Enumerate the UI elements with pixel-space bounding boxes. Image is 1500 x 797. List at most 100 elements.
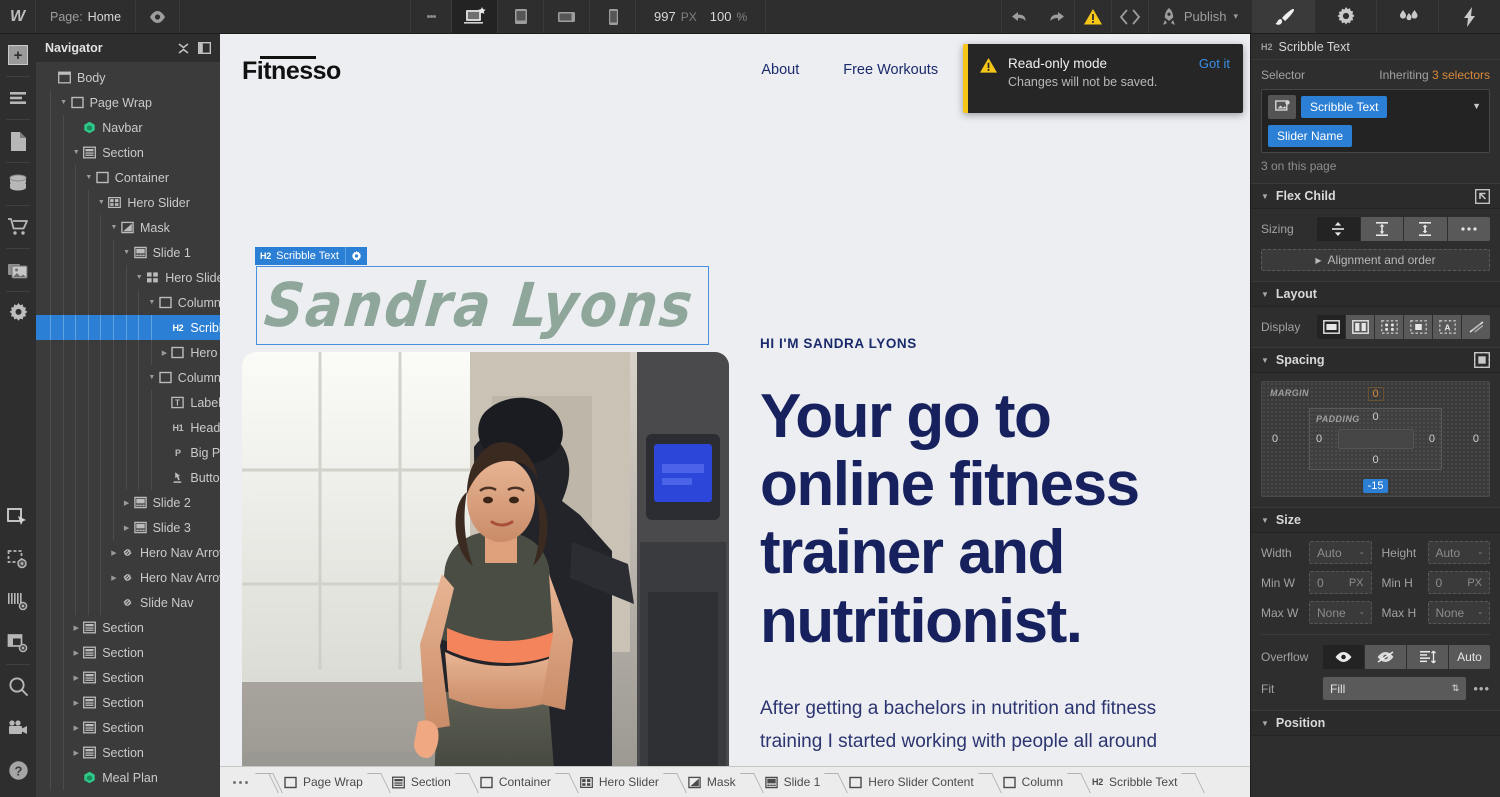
chevron-right-icon[interactable]: ▶	[158, 349, 170, 357]
style-panel-brush-icon[interactable]	[1252, 0, 1314, 33]
chevron-right-icon[interactable]: ▶	[70, 649, 82, 657]
element-settings-gear-icon[interactable]	[344, 247, 367, 265]
navigator-item[interactable]: ▶ Section	[36, 740, 220, 765]
breadcrumb-item[interactable]: Section	[382, 767, 460, 797]
undo-icon[interactable]	[1002, 0, 1038, 33]
padding-top-value[interactable]: 0	[1372, 411, 1378, 423]
flex-child-indicator-icon[interactable]	[1475, 188, 1490, 204]
spacing-widget[interactable]: MARGIN PADDING 0 0 0 -15 0 0 0 0	[1261, 381, 1490, 497]
design-canvas[interactable]: Fitnesso About Free Workouts Shop BOOK A…	[220, 34, 1250, 797]
breadcrumb[interactable]: Page Wrap Section Container Hero Slider Mask…	[220, 766, 1250, 797]
margin-top-value[interactable]: 0	[1367, 387, 1384, 401]
device-mobile-portrait-button[interactable]	[590, 0, 637, 33]
navigator-item[interactable]: ▶ Slide 3	[36, 515, 220, 540]
device-desktop-button[interactable]	[452, 0, 499, 33]
sizing-shrink-grow-icon[interactable]	[1317, 217, 1361, 241]
overflow-scroll-icon[interactable]	[1407, 645, 1449, 669]
max-height-input[interactable]: None -	[1427, 601, 1490, 624]
max-width-input[interactable]: None -	[1309, 601, 1372, 624]
navigator-item[interactable]: ▼ Hero Slider C	[36, 265, 220, 290]
chevron-down-icon[interactable]: ▼	[133, 274, 145, 281]
overflow-segmented-control[interactable]: Auto	[1323, 645, 1490, 669]
assets-images-icon[interactable]	[0, 249, 36, 291]
chevron-down-icon[interactable]: ▼	[70, 149, 82, 156]
toolbar-more-icon[interactable]	[410, 0, 453, 33]
chevron-down-icon[interactable]: ▼	[95, 199, 107, 206]
selector-tag-scribble-text[interactable]: Scribble Text	[1301, 96, 1388, 118]
hero-paragraph[interactable]: After getting a bachelors in nutrition a…	[760, 692, 1220, 759]
navigator-item[interactable]: ▶ Hero Sli	[36, 340, 220, 365]
display-inline-block-icon[interactable]	[1404, 315, 1433, 339]
navigator-item[interactable]: ▶ Hero Nav Arrow	[36, 565, 220, 590]
page-trigger-lightning-icon[interactable]	[1438, 0, 1500, 33]
close-panel-icon[interactable]	[198, 42, 211, 54]
breadcrumb-item[interactable]: H2 Scribble Text	[1082, 767, 1186, 797]
navigator-item[interactable]: Meal Plan	[36, 765, 220, 790]
sizing-shrink-icon[interactable]	[1404, 217, 1448, 241]
navigator-tree[interactable]: Body ▼ Page Wrap Navbar ▼ Section ▼ Container ▼ H…	[36, 62, 220, 790]
flex-child-section-header[interactable]: ▼ Flex Child	[1251, 183, 1500, 209]
navigator-item[interactable]: ▼ Column	[36, 365, 220, 390]
preview-eye-icon[interactable]	[136, 0, 181, 33]
selector-box[interactable]: Scribble Text Slider Name ▼	[1261, 89, 1490, 153]
overflow-hidden-icon[interactable]	[1365, 645, 1407, 669]
toast-got-it-button[interactable]: Got it	[1199, 56, 1230, 113]
site-logo[interactable]: Fitnesso	[242, 55, 341, 86]
components-icon[interactable]	[0, 622, 36, 664]
settings-panel-gear-icon[interactable]	[1314, 0, 1376, 33]
overflow-visible-icon[interactable]	[1323, 645, 1365, 669]
chevron-right-icon[interactable]: ▶	[108, 549, 120, 557]
overflow-auto-option[interactable]: Auto	[1449, 645, 1490, 669]
display-block-icon[interactable]	[1317, 315, 1346, 339]
display-grid-icon[interactable]	[1375, 315, 1404, 339]
display-flex-icon[interactable]	[1346, 315, 1375, 339]
navigator-item[interactable]: ▼ Column	[36, 290, 220, 315]
navigator-item[interactable]: ▶ Section	[36, 665, 220, 690]
fit-select[interactable]: Fill ⇅	[1323, 677, 1467, 700]
navigator-item[interactable]: ▶ Hero Nav Arrow	[36, 540, 220, 565]
publish-button[interactable]: Publish ▾	[1147, 0, 1252, 33]
sizing-fill-icon[interactable]	[1360, 217, 1404, 241]
selector-tag-slider-name[interactable]: Slider Name	[1268, 125, 1353, 147]
chevron-down-icon[interactable]: ▼	[146, 299, 158, 306]
page-document-icon[interactable]	[0, 120, 36, 162]
breadcrumb-item[interactable]: Hero Slider	[570, 767, 668, 797]
element-selection-badge[interactable]: H2 Scribble Text	[255, 247, 367, 265]
hero-heading[interactable]: Your go to online fitness trainer and nu…	[760, 382, 1220, 656]
navigator-item[interactable]: ▶ Section	[36, 690, 220, 715]
navigator-item[interactable]: ▼ Page Wrap	[36, 90, 220, 115]
padding-right-value[interactable]: 0	[1429, 433, 1435, 445]
chevron-right-icon[interactable]: ▶	[121, 499, 133, 507]
breadcrumb-item[interactable]: Hero Slider Content	[839, 767, 982, 797]
spacing-link-icon[interactable]	[1474, 352, 1490, 368]
inheriting-count[interactable]: 3 selectors	[1432, 68, 1490, 82]
navigator-item[interactable]: H1 Heading	[36, 415, 220, 440]
breadcrumb-item[interactable]: Column	[993, 767, 1072, 797]
chevron-right-icon[interactable]: ▶	[121, 524, 133, 532]
publish-chevron-down-icon[interactable]: ▾	[1233, 11, 1238, 22]
navigator-item[interactable]: ▼ Slide 1	[36, 240, 220, 265]
variables-icon[interactable]	[0, 580, 36, 622]
chevron-right-icon[interactable]: ▶	[70, 749, 82, 757]
margin-right-value[interactable]: 0	[1473, 433, 1479, 445]
chevron-right-icon[interactable]: ▶	[108, 574, 120, 582]
spacing-section-header[interactable]: ▼ Spacing	[1251, 347, 1500, 373]
sizing-more-icon[interactable]	[1447, 217, 1490, 241]
site-nav-link-about[interactable]: About	[761, 62, 799, 78]
breadcrumb-item[interactable]: Container	[470, 767, 560, 797]
chevron-down-icon[interactable]: ▼	[83, 174, 95, 181]
alignment-and-order-button[interactable]: ▶ Alignment and order	[1261, 249, 1490, 271]
position-section-header[interactable]: ▼ Position	[1251, 710, 1500, 736]
min-height-input[interactable]: 0 PX	[1427, 571, 1490, 594]
navigator-item[interactable]: Slide Nav	[36, 590, 220, 615]
display-none-icon[interactable]	[1462, 315, 1490, 339]
navigator-item[interactable]: ▼ Hero Slider	[36, 190, 220, 215]
collapse-all-icon[interactable]	[178, 42, 189, 54]
navigator-item[interactable]: ▶ Section	[36, 715, 220, 740]
height-input[interactable]: Auto -	[1427, 541, 1490, 564]
chevron-down-icon[interactable]: ▼	[108, 224, 120, 231]
navigator-item[interactable]: ▶ Section	[36, 615, 220, 640]
navigator-icon[interactable]	[0, 496, 36, 538]
cms-database-icon[interactable]	[0, 163, 36, 205]
chevron-right-icon[interactable]: ▶	[70, 674, 82, 682]
